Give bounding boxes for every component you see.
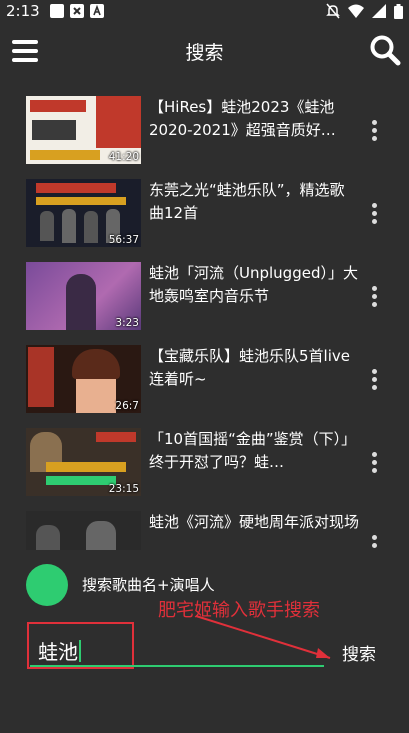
video-thumbnail: 41:20 — [26, 96, 141, 164]
video-thumbnail: 26:7 — [26, 345, 141, 413]
video-duration: 23:15 — [108, 483, 139, 495]
video-thumbnail: 23:15 — [26, 428, 141, 496]
video-item[interactable]: 41:20 【HiRes】蛙池2023《蛙池2020-2021》超强音质好… — [0, 90, 409, 173]
video-list[interactable]: 41:20 【HiRes】蛙池2023《蛙池2020-2021》超强音质好… 5… — [0, 90, 409, 550]
video-item[interactable]: 蛙池《河流》硬地周年派对现场 — [0, 505, 409, 550]
video-item[interactable]: 56:37 东莞之光“蛙池乐队”，精选歌曲12首 — [0, 173, 409, 256]
video-duration: 41:20 — [108, 151, 139, 163]
video-thumbnail — [26, 511, 141, 550]
more-options-icon[interactable] — [369, 535, 379, 550]
hint-dot-icon — [26, 564, 68, 606]
status-time: 2:13 — [6, 2, 40, 20]
video-item[interactable]: 23:15 「10首国摇“金曲”鉴赏（下）」终于开怼了吗？蛙… — [0, 422, 409, 505]
video-title: 【HiRes】蛙池2023《蛙池2020-2021》超强音质好… — [149, 98, 336, 139]
video-item[interactable]: 3:23 蛙池「河流（Unplugged）」大地轰鸣室内音乐节 — [0, 256, 409, 339]
bell-off-icon — [326, 3, 340, 19]
more-options-icon[interactable] — [369, 120, 379, 146]
more-options-icon[interactable] — [369, 369, 379, 395]
search-icon[interactable] — [369, 34, 401, 66]
text-caret — [79, 640, 81, 662]
video-title: 蛙池《河流》硬地周年派对现场 — [149, 513, 359, 531]
video-title: 「10首国摇“金曲”鉴赏（下）」终于开怼了吗？蛙… — [149, 430, 357, 471]
status-icons-left — [50, 4, 104, 18]
video-thumbnail: 56:37 — [26, 179, 141, 247]
more-options-icon[interactable] — [369, 452, 379, 478]
search-input-underline — [30, 665, 324, 667]
search-input[interactable]: 蛙池 — [38, 636, 81, 665]
notification-square-icon — [50, 4, 64, 18]
signal-icon — [372, 4, 386, 18]
more-options-icon[interactable] — [369, 203, 379, 229]
video-title: 东莞之光“蛙池乐队”，精选歌曲12首 — [149, 181, 345, 222]
app-bar: 搜索 — [0, 24, 409, 76]
a-notification-icon — [90, 4, 104, 18]
status-icons-right — [326, 3, 403, 19]
more-options-icon[interactable] — [369, 286, 379, 312]
shield-icon — [70, 4, 84, 18]
search-hint-text: 搜索歌曲名+演唱人 — [82, 576, 215, 594]
video-duration: 56:37 — [108, 234, 139, 246]
video-item[interactable]: 26:7 【宝藏乐队】蛙池乐队5首live连着听~ — [0, 339, 409, 422]
video-duration: 26:7 — [115, 400, 139, 412]
video-duration: 3:23 — [115, 317, 139, 329]
search-input-value: 蛙池 — [38, 640, 78, 664]
wifi-icon — [348, 4, 364, 18]
video-title: 【宝藏乐队】蛙池乐队5首live连着听~ — [149, 347, 350, 388]
video-thumbnail: 3:23 — [26, 262, 141, 330]
search-button[interactable]: 搜索 — [342, 640, 376, 665]
annotation-arrow-icon — [195, 615, 331, 659]
video-title: 蛙池「河流（Unplugged）」大地轰鸣室内音乐节 — [149, 264, 358, 305]
status-bar: 2:13 — [0, 0, 409, 24]
battery-icon — [394, 3, 403, 19]
page-title: 搜索 — [185, 42, 224, 64]
